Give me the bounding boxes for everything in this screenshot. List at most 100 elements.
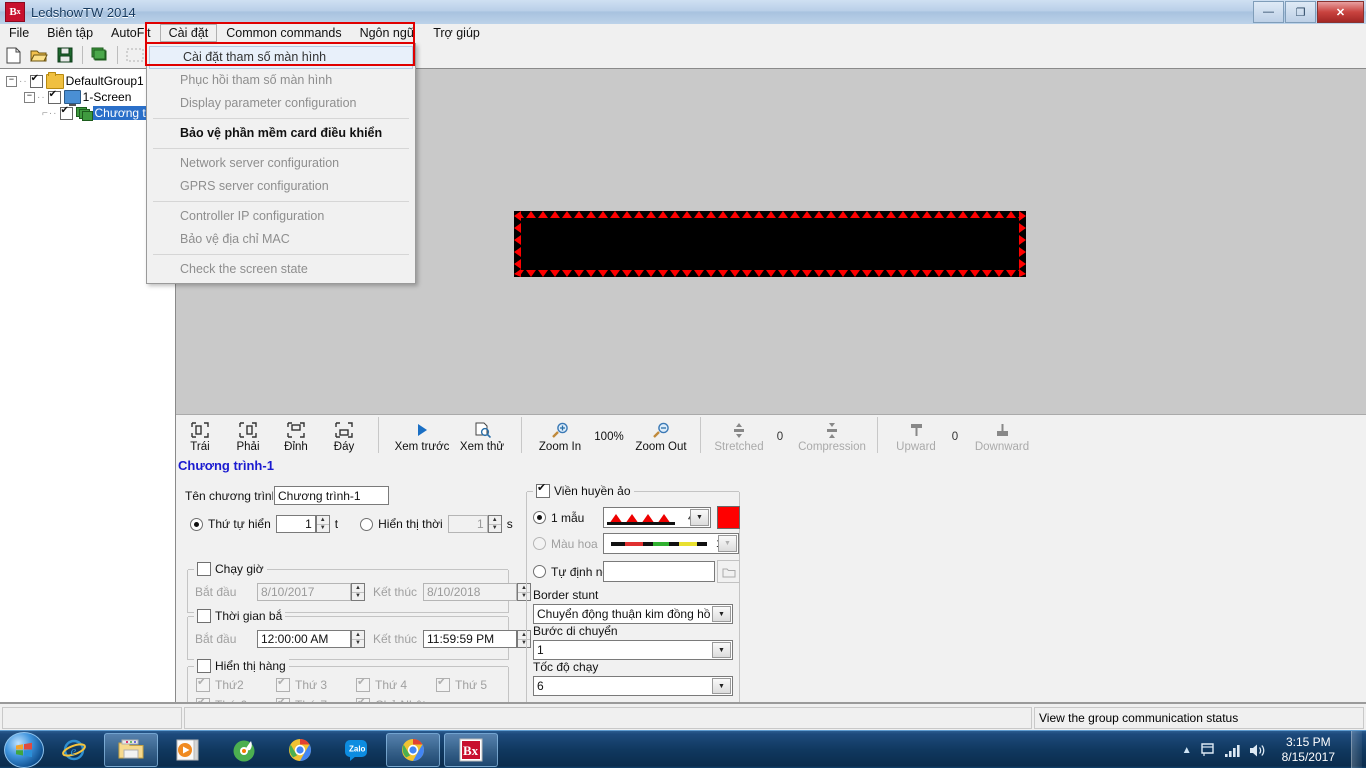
weekday-item-mon[interactable]: Thứ2	[196, 675, 276, 692]
border-stunt-combo[interactable]: Chuyển động thuận kim đồng hồ ▼	[533, 604, 733, 624]
align-top-button[interactable]: Đỉnh	[272, 417, 320, 453]
upward-button[interactable]: Upward	[890, 417, 942, 453]
custom-border-radio[interactable]	[533, 565, 546, 578]
menu-item-cai-dat-tham-so[interactable]: Cài đặt tham số màn hình	[149, 46, 413, 69]
display-duration-radio[interactable]	[360, 517, 374, 531]
chrome-icon[interactable]	[274, 734, 326, 766]
align-left-button[interactable]: Trái	[176, 417, 224, 453]
internet-explorer-icon[interactable]: e	[48, 734, 100, 766]
show-desktop-button[interactable]	[1351, 731, 1362, 768]
time-start-spinner[interactable]: ▲ ▼	[351, 630, 365, 648]
border-color-swatch[interactable]	[717, 506, 740, 529]
weekday-checkbox-tue[interactable]	[276, 675, 290, 692]
spinner-down-icon[interactable]: ▼	[317, 525, 329, 533]
align-bottom-button[interactable]: Đáy	[320, 417, 368, 453]
display-order-input[interactable]	[275, 515, 316, 533]
spinner-up-icon[interactable]: ▲	[316, 516, 329, 525]
align-right-button[interactable]: Phải	[224, 417, 272, 453]
tree-expander-icon[interactable]: −	[24, 91, 35, 103]
display-order-radio[interactable]	[190, 517, 203, 531]
cai-dat-dropdown-menu[interactable]: Cài đặt tham số màn hình Phục hồi tham s…	[146, 43, 416, 284]
close-button[interactable]: ✕	[1317, 1, 1364, 23]
chevron-down-icon[interactable]: ▼	[712, 678, 731, 694]
weekday-item-tue[interactable]: Thứ 3	[276, 675, 356, 692]
menu-item-controller-ip-configuration[interactable]: Controller IP configuration	[147, 205, 415, 228]
network-bars-icon[interactable]	[1224, 743, 1241, 758]
time-end-input[interactable]	[423, 630, 517, 648]
chevron-down-icon[interactable]: ▼	[712, 606, 731, 622]
chevron-up-icon[interactable]: ▲	[1182, 745, 1192, 756]
display-duration-input[interactable]	[447, 515, 488, 533]
downward-button[interactable]: Downward	[968, 417, 1036, 453]
tree-checkbox[interactable]	[47, 89, 61, 104]
media-player-icon[interactable]	[162, 734, 214, 766]
chrome-window-icon[interactable]	[386, 733, 440, 767]
windows-start-icon[interactable]	[4, 732, 44, 768]
open-file-icon[interactable]	[27, 44, 51, 66]
spinner-down-icon[interactable]: ▼	[352, 640, 364, 648]
chevron-down-icon[interactable]: ▼	[712, 642, 731, 658]
preview-run-button[interactable]: Xem trước	[391, 417, 453, 453]
border-speed-combo[interactable]: 6 ▼	[533, 676, 733, 696]
menu-ngon-ngu[interactable]: Ngôn ngữ	[351, 24, 425, 42]
display-order-spinner[interactable]: ▲ ▼	[315, 515, 330, 533]
menu-autofit[interactable]: AutoFit	[102, 24, 160, 42]
weekday-item-wed[interactable]: Thứ 4	[356, 675, 436, 692]
menu-item-bao-ve-dia-chi-mac[interactable]: Bảo vệ địa chỉ MAC	[147, 228, 415, 251]
uniview-icon[interactable]	[218, 734, 270, 766]
spinner-down-icon[interactable]: ▼	[352, 593, 364, 601]
spinner-up-icon[interactable]: ▲	[352, 584, 364, 593]
menu-cai-dat[interactable]: Cài đặt	[159, 24, 218, 42]
zalo-icon[interactable]: Zalo	[330, 734, 382, 766]
browse-button[interactable]	[717, 560, 740, 583]
tree-checkbox[interactable]	[59, 105, 73, 120]
display-duration-spinner[interactable]: ▲ ▼	[487, 515, 502, 533]
weekday-checkbox[interactable]	[197, 659, 211, 673]
custom-border-input[interactable]	[603, 561, 715, 582]
maximize-button[interactable]: ❐	[1285, 1, 1316, 23]
chevron-down-icon[interactable]: ▼	[690, 509, 709, 526]
weekday-checkbox-thu[interactable]	[436, 675, 450, 692]
tree-expander-icon[interactable]: −	[6, 75, 17, 87]
menu-bien-tap[interactable]: Biên tập	[38, 24, 102, 42]
program-name-input[interactable]	[274, 486, 389, 505]
spinner-up-icon[interactable]: ▲	[488, 516, 501, 525]
menu-item-bao-ve-phan-mem[interactable]: Bảo vệ phần mềm card điều khiển	[147, 122, 415, 145]
time-start-input[interactable]	[257, 630, 351, 648]
date-start-input[interactable]	[257, 583, 351, 601]
single-color-radio[interactable]	[533, 511, 546, 524]
led-screen-preview[interactable]	[514, 211, 1026, 277]
menu-common-commands[interactable]: Common commands	[217, 24, 350, 42]
preview-test-button[interactable]: Xem thử	[453, 417, 511, 453]
minimize-button[interactable]: —	[1253, 1, 1284, 23]
border-enable-checkbox[interactable]	[536, 481, 550, 498]
multi-pattern-combo[interactable]: 1 ▼	[603, 533, 739, 554]
program-icon[interactable]	[88, 44, 112, 66]
taskbar-clock[interactable]: 3:15 PM 8/15/2017	[1282, 735, 1335, 765]
zoom-in-button[interactable]: Zoom In	[532, 417, 588, 453]
run-by-date-checkbox[interactable]	[197, 562, 211, 576]
speaker-icon[interactable]	[1249, 743, 1266, 758]
windows-explorer-icon[interactable]	[104, 733, 158, 767]
menu-item-phuc-hoi-tham-so[interactable]: Phục hồi tham số màn hình	[147, 69, 415, 92]
menu-tro-giup[interactable]: Trợ giúp	[424, 24, 489, 42]
spinner-down-icon[interactable]: ▼	[489, 525, 501, 533]
weekday-checkbox-wed[interactable]	[356, 675, 370, 692]
date-end-input[interactable]	[423, 583, 517, 601]
zoom-out-button[interactable]: Zoom Out	[630, 417, 692, 453]
menu-item-gprs-server-configuration[interactable]: GPRS server configuration	[147, 175, 415, 198]
ledshow-bx-icon[interactable]: Bx	[444, 733, 498, 767]
date-start-spinner[interactable]: ▲ ▼	[351, 583, 365, 601]
menu-item-network-server-configuration[interactable]: Network server configuration	[147, 152, 415, 175]
menu-item-check-the-screen-state[interactable]: Check the screen state	[147, 258, 415, 281]
stretch-button[interactable]: Stretched	[711, 417, 767, 453]
new-file-icon[interactable]	[1, 44, 25, 66]
save-file-icon[interactable]	[53, 44, 77, 66]
chevron-down-icon[interactable]: ▼	[718, 535, 737, 552]
weekday-item-thu[interactable]: Thứ 5	[436, 675, 516, 692]
border-step-combo[interactable]: 1 ▼	[533, 640, 733, 660]
spinner-up-icon[interactable]: ▲	[352, 631, 364, 640]
single-pattern-combo[interactable]: 4 ▼	[603, 507, 711, 528]
menu-item-display-parameter-configuration[interactable]: Display parameter configuration	[147, 92, 415, 115]
weekday-checkbox-mon[interactable]	[196, 675, 210, 692]
